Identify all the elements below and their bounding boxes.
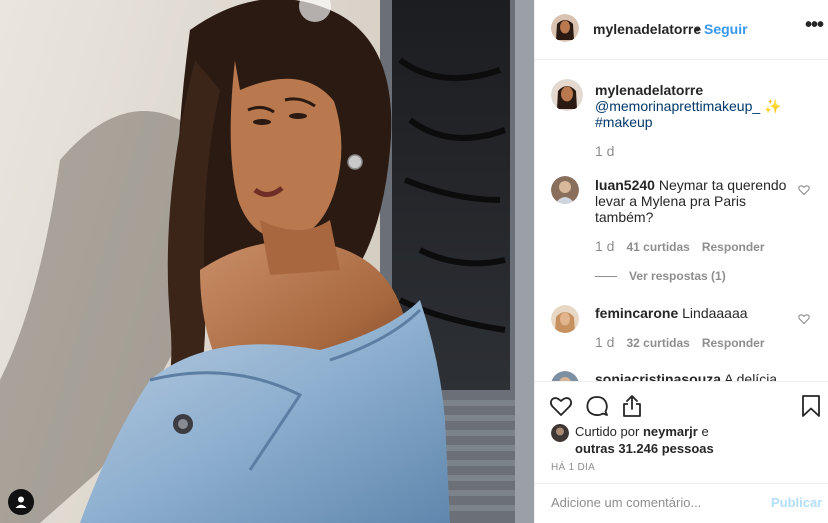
comment-avatar[interactable] bbox=[551, 305, 579, 333]
comment-avatar[interactable] bbox=[551, 176, 579, 204]
comment-text: femincarone Lindaaaaa bbox=[595, 305, 795, 321]
liked-middle: e bbox=[701, 424, 709, 439]
caption-text: mylenadelatorre @memorinaprettimakeup_ ✨… bbox=[595, 82, 795, 130]
user-tag-icon[interactable] bbox=[8, 489, 34, 515]
add-comment-bar: Publicar bbox=[535, 483, 828, 523]
reply-button[interactable]: Responder bbox=[702, 336, 765, 350]
caption-mention[interactable]: @memorinaprettimakeup_ bbox=[595, 98, 760, 114]
comments-list[interactable]: mylenadelatorre @memorinaprettimakeup_ ✨… bbox=[535, 61, 828, 381]
comment-text: luan5240 Neymar ta querendo levar a Myle… bbox=[595, 177, 795, 225]
publish-button[interactable]: Publicar bbox=[771, 495, 822, 510]
author-avatar[interactable] bbox=[551, 14, 579, 42]
liked-others-count[interactable]: outras 31.246 pessoas bbox=[575, 441, 714, 456]
view-replies-button[interactable]: Ver respostas (1) bbox=[595, 269, 726, 283]
more-options-icon[interactable]: ••• bbox=[805, 14, 824, 37]
comment-like-heart-icon[interactable] bbox=[798, 184, 810, 196]
comment-likes[interactable]: 32 curtidas bbox=[626, 336, 689, 350]
comment-username[interactable]: luan5240 bbox=[595, 177, 655, 193]
caption-username[interactable]: mylenadelatorre bbox=[595, 82, 703, 98]
post-header: mylenadelatorre • Seguir ••• bbox=[535, 0, 828, 60]
comment-body: Lindaaaaa bbox=[682, 305, 748, 321]
add-comment-input[interactable] bbox=[549, 494, 753, 511]
comment-like-heart-icon[interactable] bbox=[798, 313, 810, 325]
comment-time[interactable]: 1 d bbox=[595, 334, 614, 350]
post-action-bar bbox=[535, 381, 828, 421]
comment-username[interactable]: femincarone bbox=[595, 305, 678, 321]
replies-divider bbox=[595, 276, 617, 278]
caption-avatar[interactable] bbox=[551, 79, 583, 111]
post-side-panel: mylenadelatorre • Seguir ••• mylenadelat… bbox=[534, 0, 828, 523]
comment-time[interactable]: 1 d bbox=[595, 238, 614, 254]
comment-avatar[interactable] bbox=[551, 371, 579, 381]
author-username[interactable]: mylenadelatorre bbox=[593, 21, 701, 37]
caption-hashtag[interactable]: #makeup bbox=[595, 114, 653, 130]
liked-by-username[interactable]: neymarjr bbox=[643, 424, 698, 439]
comment-username[interactable]: soniacristinasouza bbox=[595, 371, 721, 381]
bookmark-icon[interactable] bbox=[799, 394, 823, 418]
comment-text: soniacristinasouza A delícia do bbox=[595, 371, 795, 381]
share-icon[interactable] bbox=[620, 394, 644, 418]
follow-button[interactable]: Seguir bbox=[704, 21, 748, 37]
liker-avatar[interactable] bbox=[551, 424, 569, 442]
liked-prefix: Curtido por bbox=[575, 424, 640, 439]
caption-time[interactable]: 1 d bbox=[595, 143, 614, 159]
view-replies-label: Ver respostas (1) bbox=[629, 269, 726, 283]
comment-meta: 1 d 41 curtidas Responder bbox=[595, 238, 765, 254]
sparkle-emoji: ✨ bbox=[764, 98, 782, 114]
comment-icon[interactable] bbox=[585, 394, 609, 418]
heart-icon[interactable] bbox=[549, 394, 573, 418]
liked-by-text: Curtido por neymarjr e outras 31.246 pes… bbox=[575, 423, 815, 457]
reply-button[interactable]: Responder bbox=[702, 240, 765, 254]
header-separator: • bbox=[695, 21, 700, 37]
photo-image bbox=[0, 0, 534, 523]
comment-likes[interactable]: 41 curtidas bbox=[626, 240, 689, 254]
liked-by: Curtido por neymarjr e outras 31.246 pes… bbox=[535, 421, 828, 461]
post-photo[interactable] bbox=[0, 0, 534, 523]
post-timestamp[interactable]: HÁ 1 DIA bbox=[551, 462, 595, 473]
comment-meta: 1 d 32 curtidas Responder bbox=[595, 334, 765, 350]
caption-meta: 1 d bbox=[595, 143, 626, 159]
